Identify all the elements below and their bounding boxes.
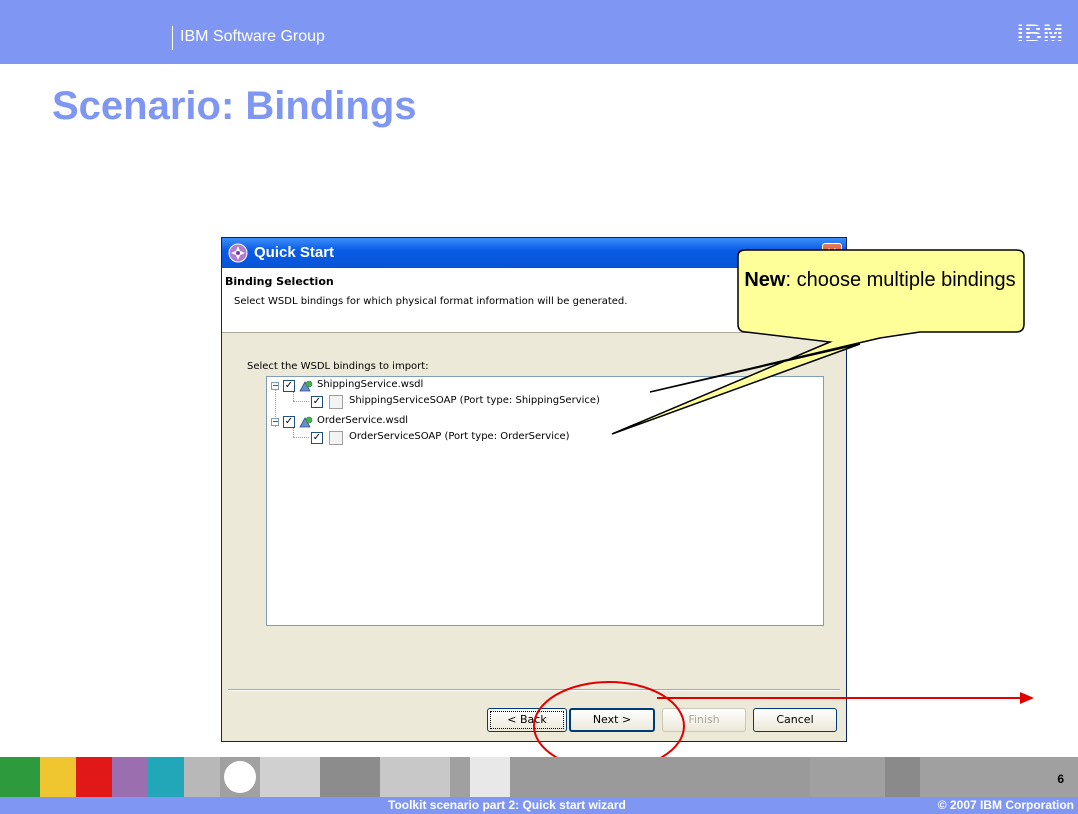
- tree-item-label: OrderServiceSOAP (Port type: OrderServic…: [349, 431, 570, 442]
- footer-block: [112, 757, 148, 797]
- annotation-arrow-head: [1020, 692, 1034, 704]
- footer-block: [470, 757, 510, 797]
- page-number: 6: [1057, 772, 1064, 786]
- footer-block: [510, 757, 810, 797]
- footer-block: [320, 757, 380, 797]
- footer-block: [184, 757, 220, 797]
- footer-block: [0, 757, 40, 797]
- tree-item-label: OrderService.wsdl: [317, 415, 409, 426]
- close-icon[interactable]: ✕: [822, 243, 842, 263]
- footer-bar: Toolkit scenario part 2: Quick start wiz…: [0, 797, 1078, 814]
- slide-title: Scenario: Bindings: [52, 84, 417, 128]
- shipping-binding-checkbox[interactable]: ✓: [311, 396, 323, 408]
- software-group-label: IBM Software Group: [180, 28, 325, 45]
- quick-start-app-icon: [228, 243, 248, 263]
- order-wsdl-checkbox[interactable]: ✓: [283, 416, 295, 428]
- footer-block: [76, 757, 112, 797]
- footer-block: [40, 757, 76, 797]
- callout-message: : choose multiple bindings: [785, 269, 1016, 291]
- bindings-tree[interactable]: − ✓ ShippingService.wsdl ✓ ShippingServi…: [266, 376, 824, 626]
- page-heading: Binding Selection: [225, 275, 334, 288]
- cancel-button[interactable]: Cancel: [753, 708, 837, 732]
- binding-icon: [329, 431, 343, 445]
- footer-block: [148, 757, 184, 797]
- collapse-icon[interactable]: −: [271, 418, 279, 426]
- shipping-wsdl-checkbox[interactable]: ✓: [283, 380, 295, 392]
- wsdl-file-icon: [299, 380, 313, 392]
- wsdl-file-icon: [299, 416, 313, 428]
- footer-image-strip: [0, 757, 1078, 797]
- footer-block: [885, 757, 920, 797]
- dialog-titlebar[interactable]: Quick Start ✕: [222, 238, 846, 268]
- tree-item-shipping-binding[interactable]: ✓ ShippingServiceSOAP (Port type: Shippi…: [267, 395, 767, 409]
- quick-start-dialog: Quick Start ✕ Binding Selection Select W…: [221, 237, 847, 742]
- tree-item-label: ShippingService.wsdl: [317, 379, 424, 390]
- next-button[interactable]: Next >: [569, 708, 655, 732]
- order-binding-checkbox[interactable]: ✓: [311, 432, 323, 444]
- tree-item-label: ShippingServiceSOAP (Port type: Shipping…: [349, 395, 600, 406]
- button-separator: [228, 689, 840, 691]
- header-bar: IBM Software Group IBM: [0, 0, 1078, 64]
- header-divider: [172, 26, 173, 50]
- footer-block: [260, 757, 320, 797]
- footer-title: Toolkit scenario part 2: Quick start wiz…: [388, 798, 626, 812]
- finish-button[interactable]: Finish: [662, 708, 746, 732]
- back-button[interactable]: < Back: [487, 708, 567, 732]
- tree-item-shipping-wsdl[interactable]: − ✓ ShippingService.wsdl: [267, 379, 667, 393]
- collapse-icon[interactable]: −: [271, 382, 279, 390]
- ibm-logo: IBM: [1017, 20, 1064, 47]
- footer-copyright: © 2007 IBM Corporation: [937, 798, 1074, 812]
- footer-block: [224, 761, 256, 793]
- callout-bold: New: [744, 269, 786, 291]
- callout-text: New: choose multiple bindings: [738, 268, 1022, 292]
- tree-item-order-wsdl[interactable]: − ✓ OrderService.wsdl: [267, 415, 667, 429]
- bindings-label: Select the WSDL bindings to import:: [247, 361, 429, 372]
- dialog-title: Quick Start: [254, 244, 335, 261]
- tree-item-order-binding[interactable]: ✓ OrderServiceSOAP (Port type: OrderServ…: [267, 431, 767, 445]
- page-description: Select WSDL bindings for which physical …: [234, 296, 628, 307]
- binding-icon: [329, 395, 343, 409]
- footer-block: [380, 757, 450, 797]
